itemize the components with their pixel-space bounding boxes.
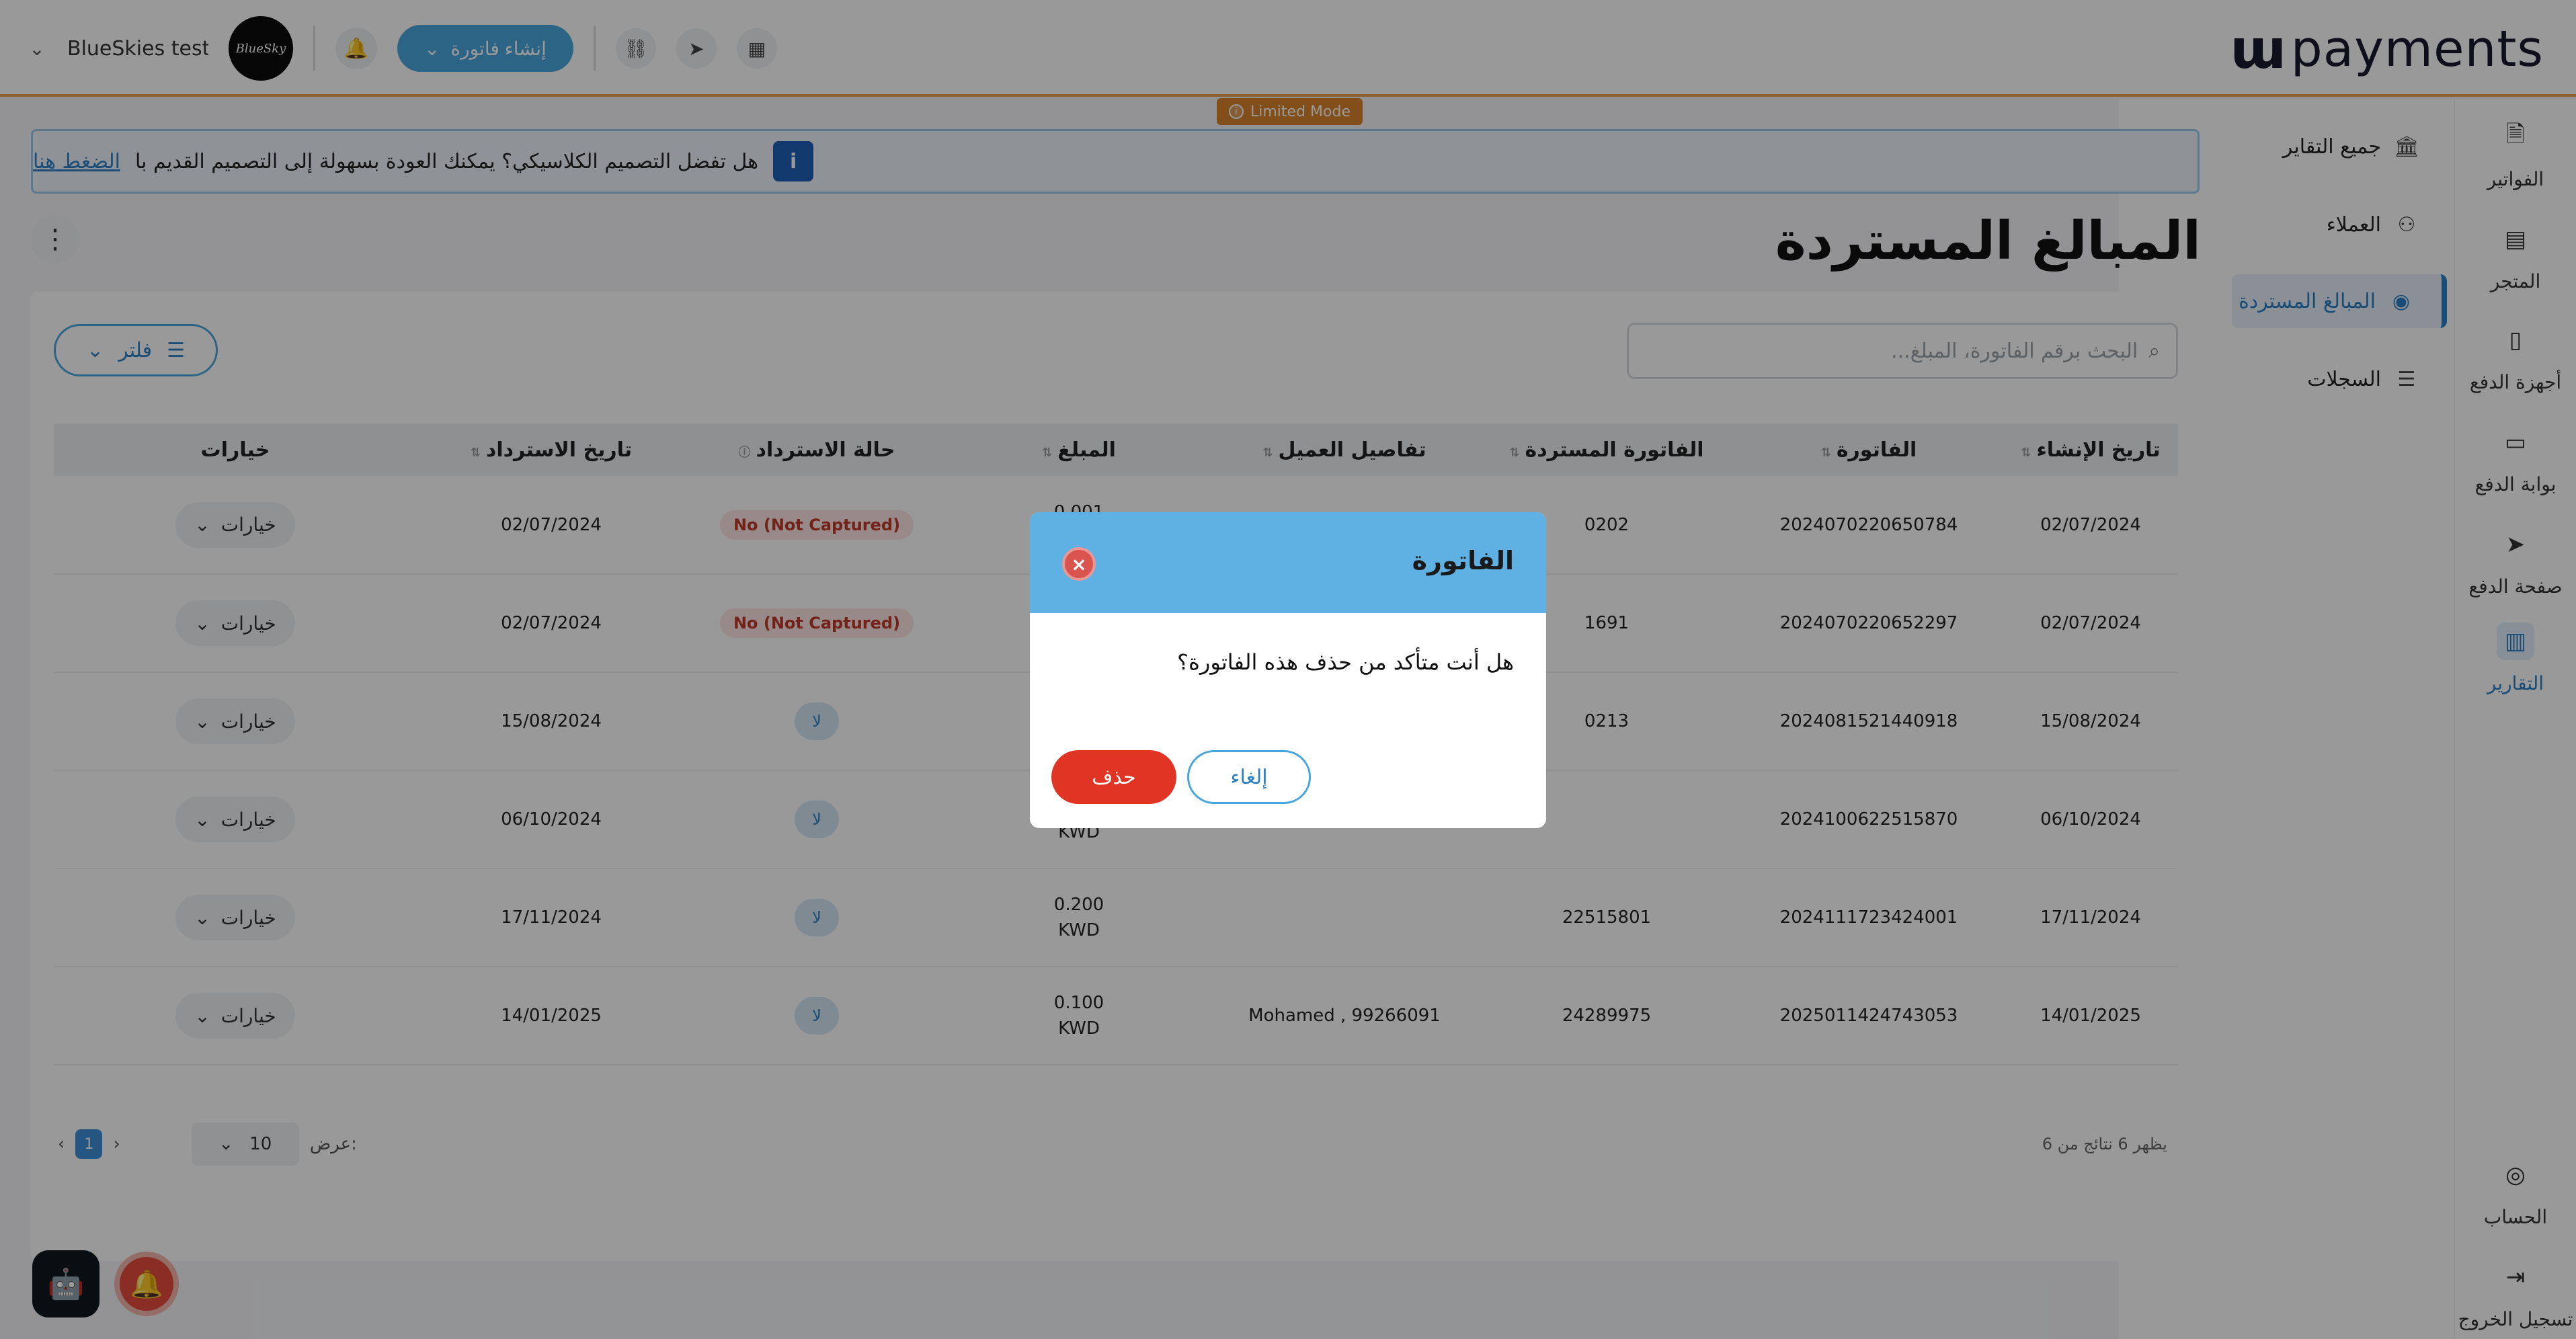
dialog-title: الفاتورة	[1412, 546, 1514, 575]
cancel-button[interactable]: إلغاء	[1187, 750, 1311, 804]
dialog-header: الفاتورة ×	[1030, 512, 1546, 613]
delete-button[interactable]: حذف	[1051, 750, 1176, 804]
close-icon[interactable]: ×	[1062, 547, 1096, 581]
delete-invoice-dialog: الفاتورة × هل أنت متأكد من حذف هذه الفات…	[1030, 512, 1546, 828]
app-root: ⌄ BlueSkies testi... BlueSky 🔔 ⌄ إنشاء ف…	[0, 0, 2576, 1339]
dialog-message: هل أنت متأكد من حذف هذه الفاتورة؟	[1177, 649, 1514, 675]
